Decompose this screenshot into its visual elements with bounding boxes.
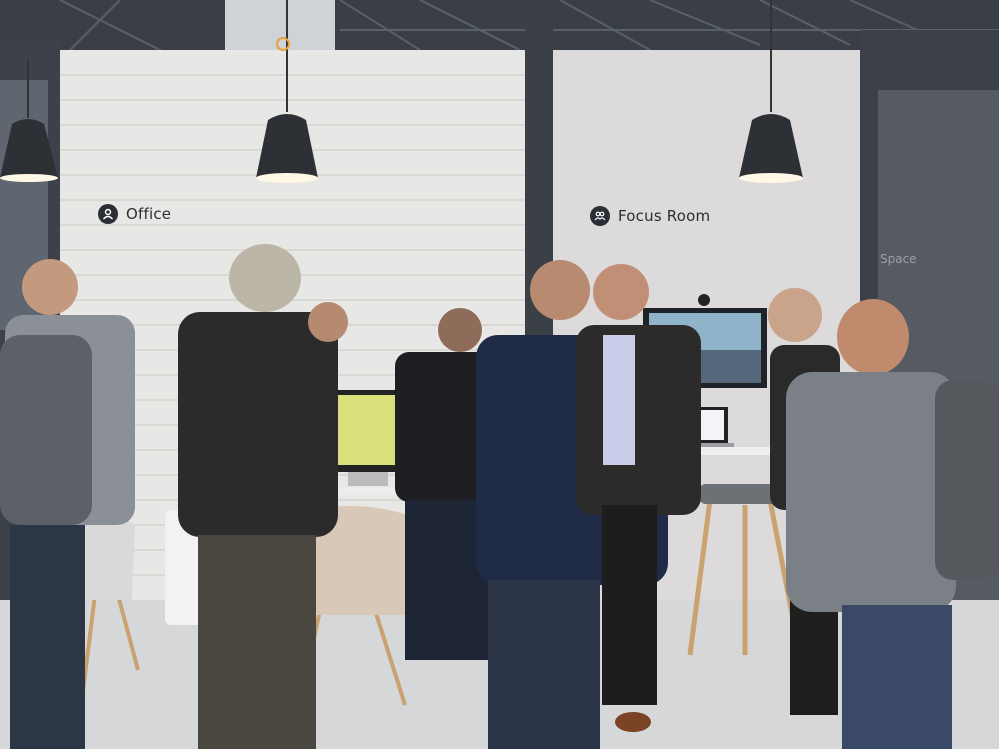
group-icon xyxy=(590,206,610,226)
space-sign-label: Space xyxy=(880,252,917,266)
booth-photo: Office Focus Room Space xyxy=(0,0,999,749)
ceiling-panel xyxy=(225,0,335,52)
person-icon xyxy=(98,204,118,224)
person-back-center xyxy=(308,302,348,342)
scene-illustration xyxy=(0,0,999,749)
focus-room-sign: Focus Room xyxy=(590,206,710,226)
focus-room-sign-label: Focus Room xyxy=(618,207,711,225)
office-sign: Office xyxy=(98,204,171,224)
office-sign-label: Office xyxy=(126,205,172,223)
chair-left-seat xyxy=(82,513,135,600)
